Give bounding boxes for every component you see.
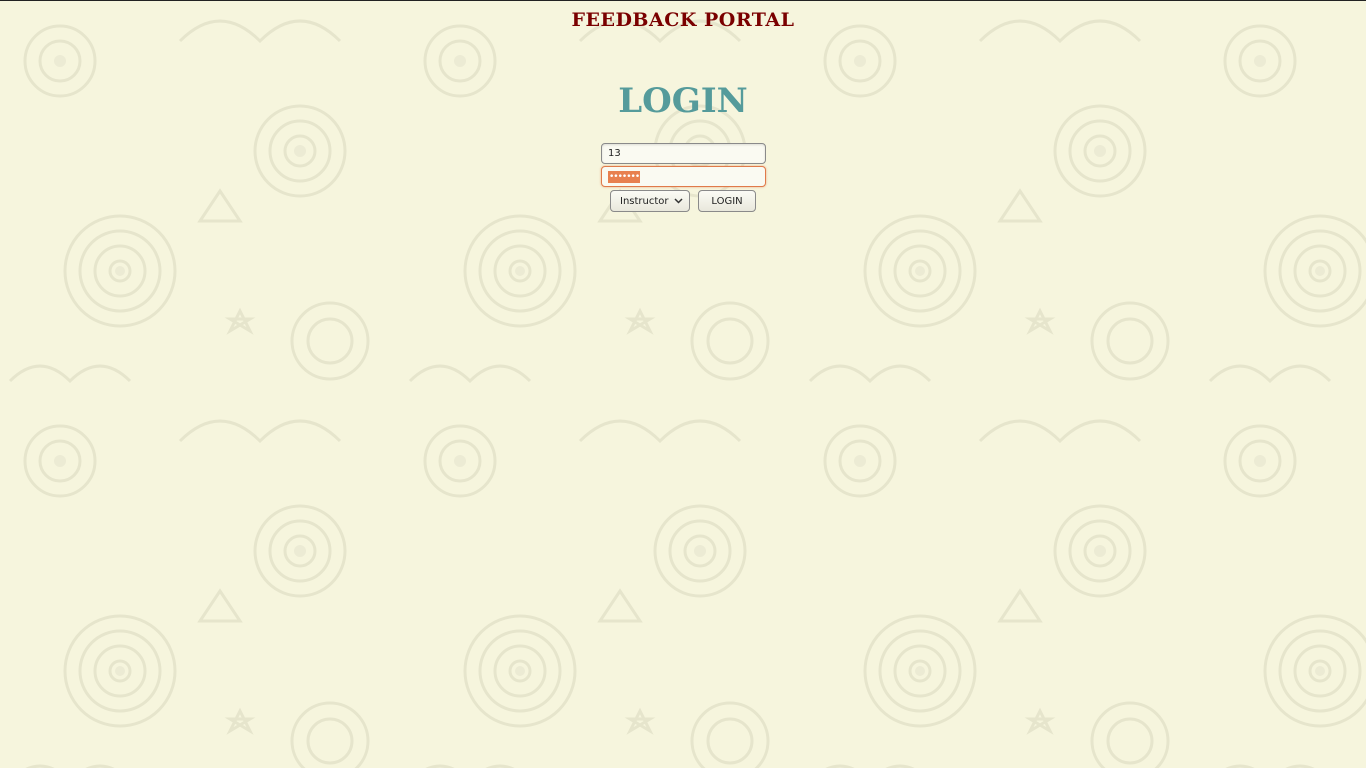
login-form: 13 ••••••• — [601, 143, 766, 189]
role-select-value: Instructor — [620, 195, 669, 207]
password-mask: ••••••• — [608, 171, 640, 183]
username-field[interactable]: 13 — [601, 143, 766, 164]
login-controls: Instructor LOGIN — [610, 190, 756, 212]
username-value: 13 — [608, 148, 621, 159]
role-select[interactable]: Instructor — [610, 190, 690, 212]
password-field[interactable]: ••••••• — [601, 166, 766, 187]
login-button-label: LOGIN — [711, 195, 743, 207]
chevron-down-icon — [674, 198, 683, 204]
login-button[interactable]: LOGIN — [698, 190, 756, 212]
portal-title: FEEDBACK PORTAL — [571, 9, 795, 31]
login-heading: LOGIN — [618, 81, 748, 121]
